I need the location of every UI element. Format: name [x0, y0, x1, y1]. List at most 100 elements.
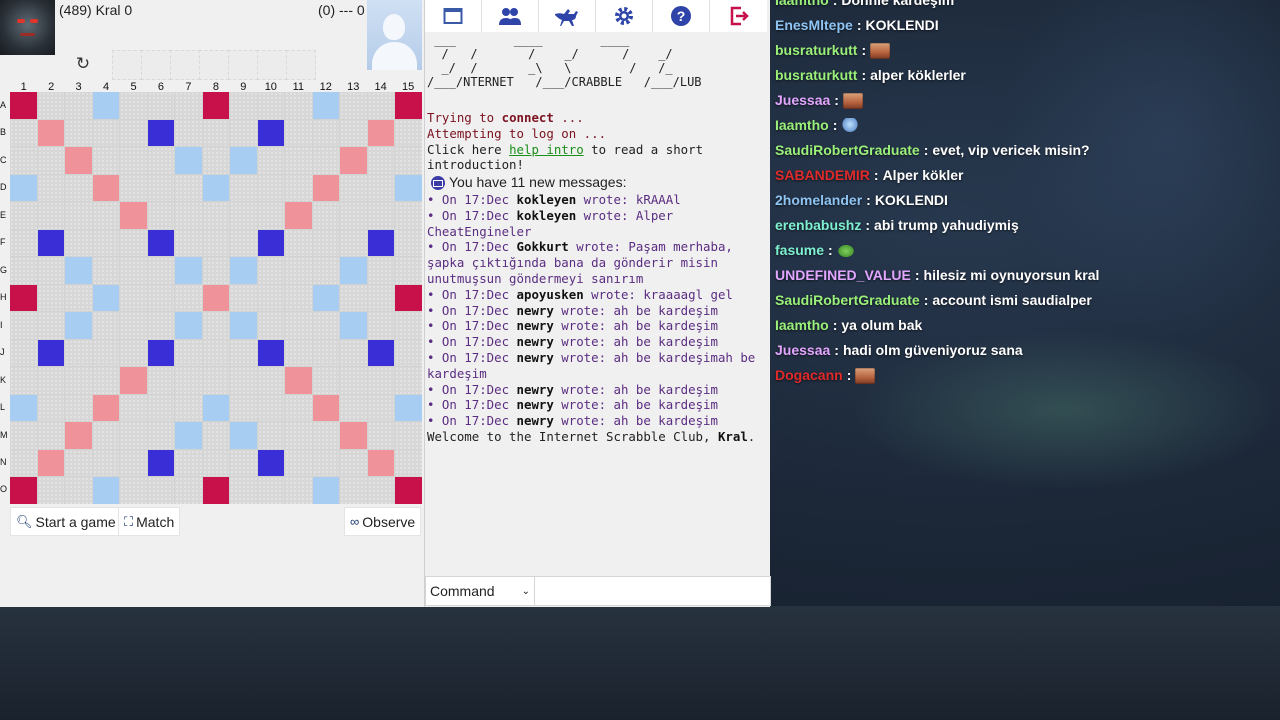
board-square[interactable]: [340, 449, 367, 477]
board-square[interactable]: [285, 229, 312, 257]
message-user[interactable]: newry: [517, 350, 554, 365]
double-letter-square[interactable]: [202, 394, 230, 422]
board-square[interactable]: [65, 174, 92, 202]
board-square[interactable]: [120, 284, 147, 312]
board-square[interactable]: [120, 449, 147, 477]
board-square[interactable]: [92, 422, 120, 449]
board-square[interactable]: [285, 339, 312, 367]
board-square[interactable]: [202, 312, 230, 339]
double-word-square[interactable]: [285, 367, 312, 394]
double-word-square[interactable]: [285, 202, 312, 229]
board-square[interactable]: [230, 202, 257, 229]
triple-letter-square[interactable]: [147, 229, 175, 257]
board-square[interactable]: [312, 367, 340, 394]
board-square[interactable]: [367, 284, 395, 312]
double-letter-square[interactable]: [65, 312, 92, 339]
board-square[interactable]: [312, 312, 340, 339]
board-square[interactable]: [65, 284, 92, 312]
board-square[interactable]: [65, 92, 92, 119]
board-square[interactable]: [285, 119, 312, 147]
triple-word-square[interactable]: [10, 477, 37, 504]
board-square[interactable]: [257, 284, 285, 312]
board-square[interactable]: [312, 339, 340, 367]
double-letter-square[interactable]: [230, 312, 257, 339]
board-square[interactable]: [202, 202, 230, 229]
double-letter-square[interactable]: [175, 147, 202, 174]
double-letter-square[interactable]: [175, 257, 202, 284]
board-square[interactable]: [65, 394, 92, 422]
board-square[interactable]: [202, 229, 230, 257]
board-square[interactable]: [10, 202, 37, 229]
double-letter-square[interactable]: [340, 312, 367, 339]
board-square[interactable]: [10, 312, 37, 339]
board-square[interactable]: [65, 449, 92, 477]
board-square[interactable]: [257, 92, 285, 119]
board-square[interactable]: [175, 92, 202, 119]
double-word-square[interactable]: [202, 284, 230, 312]
board-square[interactable]: [285, 312, 312, 339]
board-square[interactable]: [65, 339, 92, 367]
board-square[interactable]: [120, 147, 147, 174]
board-square[interactable]: [395, 257, 422, 284]
board-square[interactable]: [37, 422, 65, 449]
horse-button[interactable]: [539, 0, 596, 32]
board-square[interactable]: [175, 477, 202, 504]
command-select[interactable]: Command ⌄: [425, 576, 535, 606]
message-user[interactable]: kokleyen: [517, 192, 577, 207]
board-square[interactable]: [230, 92, 257, 119]
message-user[interactable]: newry: [517, 397, 554, 412]
board-square[interactable]: [65, 229, 92, 257]
board-square[interactable]: [340, 367, 367, 394]
board-square[interactable]: [312, 229, 340, 257]
board-square[interactable]: [395, 367, 422, 394]
board-square[interactable]: [147, 477, 175, 504]
double-letter-square[interactable]: [230, 257, 257, 284]
board-square[interactable]: [202, 339, 230, 367]
board-square[interactable]: [175, 174, 202, 202]
board-square[interactable]: [395, 339, 422, 367]
board-square[interactable]: [37, 202, 65, 229]
board-square[interactable]: [92, 119, 120, 147]
double-letter-square[interactable]: [395, 174, 422, 202]
board-square[interactable]: [395, 312, 422, 339]
board-square[interactable]: [230, 119, 257, 147]
triple-letter-square[interactable]: [257, 449, 285, 477]
board-square[interactable]: [285, 394, 312, 422]
board-square[interactable]: [120, 257, 147, 284]
board-square[interactable]: [257, 312, 285, 339]
board-square[interactable]: [65, 202, 92, 229]
triple-letter-square[interactable]: [37, 339, 65, 367]
board-square[interactable]: [230, 229, 257, 257]
board-square[interactable]: [37, 394, 65, 422]
board-square[interactable]: [367, 312, 395, 339]
board-square[interactable]: [285, 257, 312, 284]
board-square[interactable]: [147, 92, 175, 119]
board-square[interactable]: [312, 119, 340, 147]
board-square[interactable]: [257, 202, 285, 229]
refresh-icon[interactable]: ↻: [74, 55, 92, 73]
board-square[interactable]: [10, 449, 37, 477]
users-button[interactable]: [482, 0, 539, 32]
double-letter-square[interactable]: [92, 477, 120, 504]
double-letter-square[interactable]: [230, 422, 257, 449]
board-square[interactable]: [10, 119, 37, 147]
board-square[interactable]: [10, 257, 37, 284]
double-word-square[interactable]: [92, 394, 120, 422]
board-square[interactable]: [175, 339, 202, 367]
board-square[interactable]: [202, 257, 230, 284]
double-word-square[interactable]: [340, 422, 367, 449]
board-square[interactable]: [175, 119, 202, 147]
board-square[interactable]: [230, 174, 257, 202]
rack-slot[interactable]: [199, 50, 229, 80]
board-square[interactable]: [340, 202, 367, 229]
board-square[interactable]: [175, 284, 202, 312]
board-square[interactable]: [175, 202, 202, 229]
double-letter-square[interactable]: [92, 284, 120, 312]
board-square[interactable]: [147, 202, 175, 229]
board-square[interactable]: [147, 367, 175, 394]
board-square[interactable]: [92, 449, 120, 477]
board-square[interactable]: [147, 174, 175, 202]
triple-letter-square[interactable]: [257, 119, 285, 147]
board-square[interactable]: [175, 449, 202, 477]
board-square[interactable]: [147, 394, 175, 422]
